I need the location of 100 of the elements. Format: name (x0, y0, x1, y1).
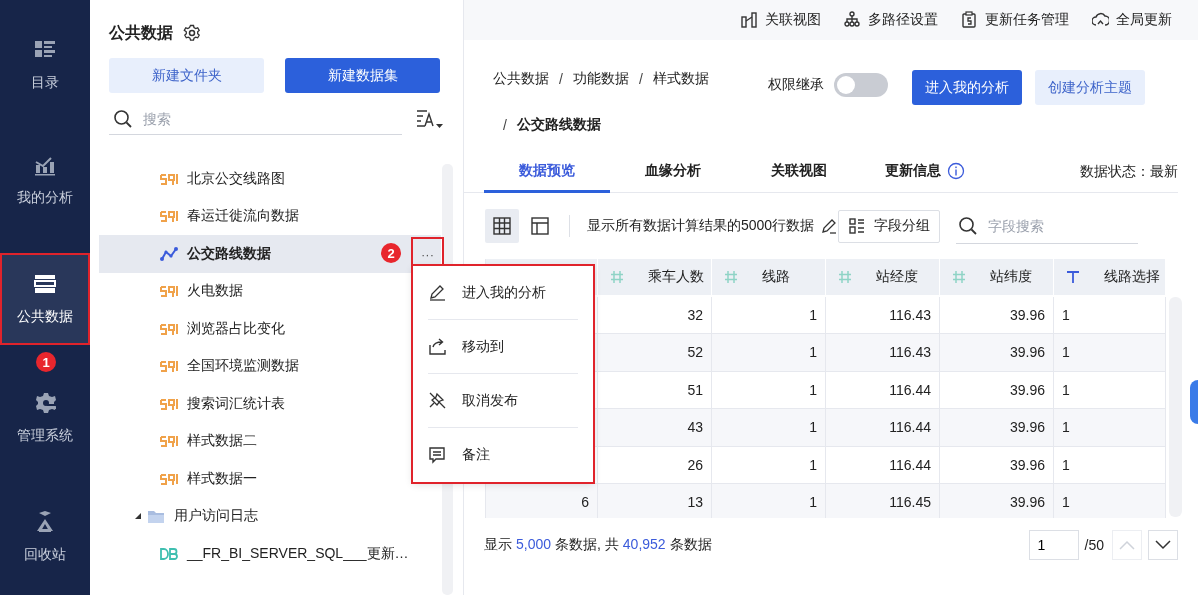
sort-icon (415, 108, 445, 130)
tab[interactable]: 关联视图 (736, 151, 862, 193)
menu-item[interactable]: 移动到 (428, 320, 578, 374)
settings-icon (183, 24, 201, 42)
number-type-icon (952, 270, 966, 284)
more-button[interactable]: ··· (413, 239, 442, 269)
table-cell: 39.96 (940, 334, 1054, 372)
count-text: 显示 (484, 536, 512, 554)
toggle-switch[interactable] (834, 73, 888, 97)
number-type-icon (838, 270, 852, 284)
column-header[interactable]: 站经度 (826, 259, 940, 295)
table-cell: 1 (712, 484, 826, 518)
breadcrumb-separator: / (638, 71, 643, 87)
row-number: 6 (486, 484, 598, 518)
grid-icon (492, 216, 512, 236)
next-page-button[interactable] (1148, 530, 1178, 560)
unpin-icon (428, 391, 447, 410)
nav-item[interactable]: 我的分析 (2, 136, 88, 224)
nav-item[interactable]: 目录 (2, 22, 88, 108)
number-type-icon (724, 270, 738, 284)
menu-item[interactable]: 取消发布 (428, 374, 578, 428)
column-header[interactable]: 站纬度 (940, 259, 1054, 295)
toolbar-button[interactable]: 更新任务管理 (961, 11, 1069, 29)
panel-title: 公共数据 (109, 22, 173, 43)
field-group-button[interactable]: 字段分组 (838, 209, 941, 243)
enter-analysis-button[interactable]: 进入我的分析 (912, 70, 1022, 105)
edit-icon (820, 217, 839, 235)
count-number: 40,952 (622, 536, 666, 554)
data-status: 数据状态：最新 (1080, 163, 1178, 181)
cloud-icon (1092, 11, 1109, 29)
table-cell: 52 (598, 334, 712, 372)
table-cell: 1 (1054, 484, 1166, 518)
chevron-down-icon (1155, 540, 1171, 550)
nav-item[interactable]: 管理系统 (2, 374, 88, 462)
breadcrumb-link[interactable]: 样式数据 (652, 70, 709, 88)
breadcrumb-current: 公交路线数据 (516, 116, 601, 134)
search-field[interactable]: 搜索 (141, 109, 402, 128)
clipboard-icon (961, 11, 978, 29)
table-cell: 1 (1054, 409, 1166, 447)
folder-icon (147, 508, 165, 524)
table-cell: 1 (712, 334, 826, 372)
tab[interactable]: 血缘分析 (610, 151, 736, 193)
toolbar-button[interactable]: 全局更新 (1092, 11, 1172, 29)
toolbar-button[interactable]: 关联视图 (741, 11, 821, 29)
tree-item[interactable]: 北京公交线路图 (99, 160, 441, 198)
hierarchy-icon (844, 11, 861, 29)
breadcrumb-separator: / (503, 117, 507, 133)
table-cell: 39.96 (940, 409, 1054, 447)
tree-item[interactable]: 春运迁徙流向数据 (99, 197, 441, 235)
database-icon (160, 545, 180, 562)
badge: 1 (36, 352, 56, 372)
nav-item[interactable]: 公共数据 (2, 255, 88, 343)
breadcrumb-separator: / (559, 71, 563, 87)
gear-icon (33, 391, 57, 415)
search-icon (113, 108, 133, 129)
field-search[interactable]: 字段搜索 (986, 216, 1139, 235)
sql-icon (160, 208, 180, 225)
sql-icon (160, 283, 180, 300)
page-input[interactable]: 1 (1028, 530, 1079, 560)
create-topic-button[interactable]: 创建分析主题 (1035, 70, 1145, 105)
grid-view-button[interactable] (485, 209, 519, 243)
table-cell: 13 (598, 484, 712, 518)
page-total: /50 (1084, 537, 1104, 553)
link-view-icon (741, 11, 758, 29)
table-cell: 39.96 (940, 484, 1054, 518)
table-cell: 1 (712, 409, 826, 447)
switch-label: 权限继承 (768, 76, 824, 94)
tab[interactable]: 数据预览 (484, 151, 610, 193)
tree-item[interactable]: 用户访问日志 (99, 497, 441, 535)
line-chart-icon (160, 245, 180, 262)
table-cell: 116.44 (826, 409, 940, 447)
group-list-icon (848, 217, 867, 235)
table-cell: 1 (1054, 334, 1166, 372)
column-header[interactable]: 线路 (712, 259, 826, 295)
table-cell: 116.45 (826, 484, 940, 518)
edit-icon (428, 283, 447, 302)
tree-item[interactable]: __FR_BI_SERVER_SQL___更新… (99, 535, 441, 573)
text-type-icon (1066, 270, 1080, 284)
toolbar-button[interactable]: 多路径设置 (844, 11, 938, 29)
table-cell: 43 (598, 409, 712, 447)
nav-item[interactable]: 回收站 (2, 493, 88, 581)
new-folder-button[interactable]: 新建文件夹 (109, 58, 264, 93)
sql-icon (160, 433, 180, 450)
breadcrumb-link[interactable]: 公共数据 (493, 70, 549, 88)
menu-item[interactable]: 进入我的分析 (428, 266, 578, 320)
tree-item[interactable]: 公交路线数据 2 ··· (99, 235, 441, 273)
badge: 2 (381, 243, 401, 263)
stack-icon (33, 272, 57, 296)
column-header[interactable]: 乘车人数 (598, 259, 712, 295)
table-cell: 116.43 (826, 334, 940, 372)
number-type-icon (610, 270, 624, 284)
column-header[interactable]: 线路选择 (1054, 259, 1166, 295)
comment-icon (428, 445, 447, 465)
new-dataset-button[interactable]: 新建数据集 (285, 58, 440, 93)
count-number: 5,000 (516, 536, 552, 554)
chevron-up-icon (1119, 540, 1135, 550)
count-text: 条数据 (669, 536, 712, 554)
count-text: 条数据, 共 (555, 536, 619, 554)
breadcrumb-link[interactable]: 功能数据 (572, 70, 629, 88)
tab[interactable]: 更新信息 (862, 151, 988, 193)
